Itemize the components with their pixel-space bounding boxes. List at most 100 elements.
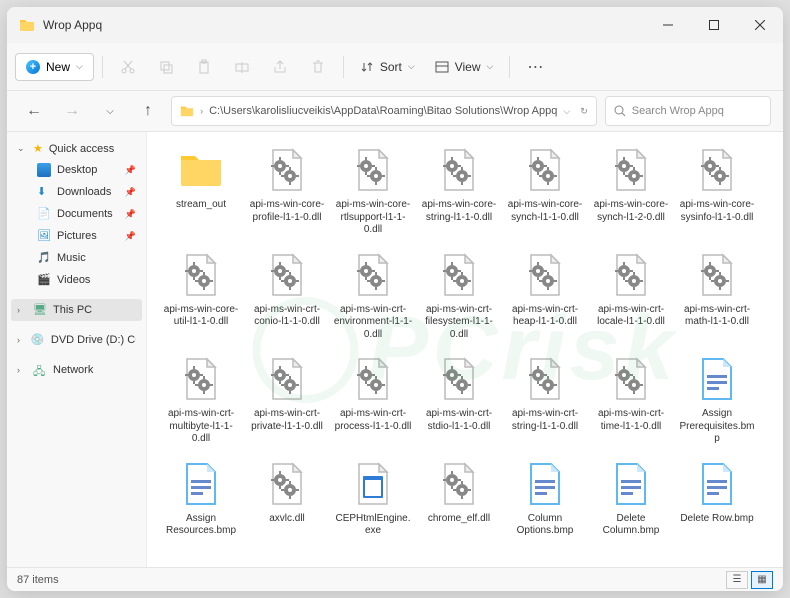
dll-icon [605,353,657,405]
sort-dropdown[interactable]: Sort ⌵ [352,54,423,80]
bmp-icon [605,458,657,510]
new-label: New [46,60,70,74]
folder-icon [175,144,227,196]
file-item[interactable]: Assign Resources.bmp [159,454,243,542]
minimize-button[interactable] [645,7,691,43]
file-label: axvlc.dll [269,513,305,526]
sidebar-item-network[interactable]: ›🖧Network [11,359,142,381]
dll-icon [347,249,399,301]
refresh-icon[interactable]: ↻ [580,106,588,117]
file-label: api-ms-win-core-rtlsupport-l1-1-0.dll [333,199,413,237]
file-item[interactable]: api-ms-win-core-rtlsupport-l1-1-0.dll [331,140,415,241]
rename-button[interactable] [225,50,259,84]
bmp-icon [519,458,571,510]
pictures-icon: 🖼 [37,229,51,243]
addressbar: ← → ⌵ ↑ › C:\Users\karolisliucveikis\App… [7,91,783,131]
more-button[interactable]: ⋯ [518,50,552,84]
sidebar-item-dvd[interactable]: ›💿DVD Drive (D:) CCCC [11,329,142,351]
file-item[interactable]: api-ms-win-crt-multibyte-l1-1-0.dll [159,349,243,450]
pc-icon: 🖥 [33,303,47,317]
forward-button[interactable]: → [57,95,87,127]
file-item[interactable]: api-ms-win-crt-locale-l1-1-0.dll [589,245,673,346]
new-button[interactable]: + New ⌵ [15,53,94,81]
toolbar: + New ⌵ Sort ⌵ View ⌵ ⋯ [7,43,783,91]
file-item[interactable]: Delete Row.bmp [675,454,759,542]
close-button[interactable] [737,7,783,43]
file-label: api-ms-win-core-string-l1-1-0.dll [419,199,499,224]
back-button[interactable]: ← [19,95,49,127]
share-button[interactable] [263,50,297,84]
paste-button[interactable] [187,50,221,84]
pin-icon: 📌 [125,165,136,176]
file-label: api-ms-win-crt-conio-l1-1-0.dll [247,304,327,329]
file-item[interactable]: api-ms-win-crt-stdio-l1-1-0.dll [417,349,501,450]
chevron-down-icon[interactable]: ⌵ [563,106,570,117]
file-item[interactable]: api-ms-win-crt-heap-l1-1-0.dll [503,245,587,346]
dll-icon [691,249,743,301]
music-icon: 🎵 [37,251,51,265]
file-item[interactable]: api-ms-win-core-synch-l1-1-0.dll [503,140,587,241]
file-item[interactable]: api-ms-win-crt-math-l1-1-0.dll [675,245,759,346]
file-item[interactable]: api-ms-win-crt-time-l1-1-0.dll [589,349,673,450]
file-item[interactable]: Assign Prerequisites.bmp [675,349,759,450]
dll-icon [347,144,399,196]
file-label: Assign Resources.bmp [161,513,241,538]
sidebar-item-documents[interactable]: 📄Documents📌 [11,203,142,225]
file-item[interactable]: stream_out [159,140,243,241]
file-item[interactable]: api-ms-win-crt-string-l1-1-0.dll [503,349,587,450]
address-field[interactable]: › C:\Users\karolisliucveikis\AppData\Roa… [171,96,597,126]
sidebar-item-this-pc[interactable]: ›🖥This PC [11,299,142,321]
details-view-button[interactable]: ☰ [726,571,748,589]
sidebar-item-quick-access[interactable]: ⌄★Quick access [11,138,142,159]
sidebar-item-pictures[interactable]: 🖼Pictures📌 [11,225,142,247]
chevron-down-icon: ⌵ [486,61,493,72]
file-label: api-ms-win-crt-multibyte-l1-1-0.dll [161,408,241,446]
file-label: api-ms-win-core-sysinfo-l1-1-0.dll [677,199,757,224]
maximize-button[interactable] [691,7,737,43]
icons-view-button[interactable]: ▦ [751,571,773,589]
sidebar-item-desktop[interactable]: Desktop📌 [11,159,142,181]
dll-icon [605,249,657,301]
chevron-down-icon: ⌵ [76,61,83,72]
file-label: api-ms-win-core-util-l1-1-0.dll [161,304,241,329]
dll-icon [175,249,227,301]
view-dropdown[interactable]: View ⌵ [427,54,502,80]
file-item[interactable]: api-ms-win-crt-environment-l1-1-0.dll [331,245,415,346]
copy-button[interactable] [149,50,183,84]
dll-icon [519,249,571,301]
file-item[interactable]: api-ms-win-crt-filesystem-l1-1-0.dll [417,245,501,346]
dll-icon [175,353,227,405]
chevron-right-icon: › [17,335,25,345]
sidebar-item-downloads[interactable]: ⬇Downloads📌 [11,181,142,203]
bmp-icon [691,353,743,405]
search-input[interactable]: Search Wrop Appq [605,96,771,126]
file-item[interactable]: api-ms-win-core-string-l1-1-0.dll [417,140,501,241]
plus-icon: + [26,60,40,74]
sidebar-item-music[interactable]: 🎵Music [11,247,142,269]
file-item[interactable]: CEPHtmlEngine.exe [331,454,415,542]
chevron-down-icon: ⌄ [17,143,27,154]
file-item[interactable]: Delete Column.bmp [589,454,673,542]
delete-button[interactable] [301,50,335,84]
sort-label: Sort [380,60,402,74]
file-item[interactable]: api-ms-win-core-util-l1-1-0.dll [159,245,243,346]
file-item[interactable]: api-ms-win-crt-process-l1-1-0.dll [331,349,415,450]
file-item[interactable]: api-ms-win-crt-private-l1-1-0.dll [245,349,329,450]
file-label: chrome_elf.dll [428,513,490,526]
file-label: api-ms-win-crt-environment-l1-1-0.dll [333,304,413,342]
file-item[interactable]: chrome_elf.dll [417,454,501,542]
window-title: Wrop Appq [43,18,102,32]
file-label: api-ms-win-crt-filesystem-l1-1-0.dll [419,304,499,342]
file-item[interactable]: api-ms-win-crt-conio-l1-1-0.dll [245,245,329,346]
file-item[interactable]: axvlc.dll [245,454,329,542]
item-count: 87 items [17,574,59,586]
cut-button[interactable] [111,50,145,84]
file-item[interactable]: api-ms-win-core-sysinfo-l1-1-0.dll [675,140,759,241]
dll-icon [691,144,743,196]
chevron-down-icon[interactable]: ⌵ [95,95,125,127]
up-button[interactable]: ↑ [133,95,163,127]
file-item[interactable]: api-ms-win-core-synch-l1-2-0.dll [589,140,673,241]
file-item[interactable]: Column Options.bmp [503,454,587,542]
file-item[interactable]: api-ms-win-core-profile-l1-1-0.dll [245,140,329,241]
sidebar-item-videos[interactable]: 🎬Videos [11,269,142,291]
